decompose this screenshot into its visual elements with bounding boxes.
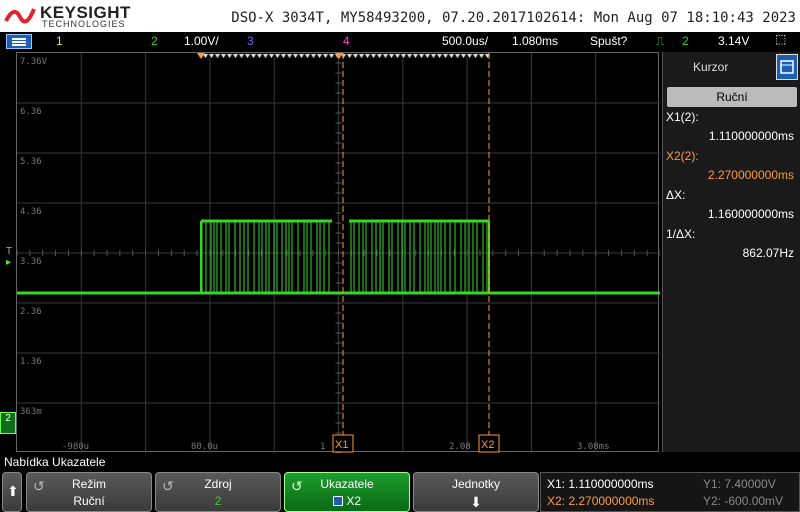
channel-1-indicator[interactable]: 1 xyxy=(56,34,63,48)
readout-y1: Y1: 7.40000V xyxy=(703,477,776,491)
arrow-up-icon: ⬆ xyxy=(7,483,19,499)
graticule-grid: 7.36V 6.36 5.36 4.36 3.36 2.36 1.36 363m -980u 80… xyxy=(17,53,660,453)
cursor-sidebar: Kurzor Ruční X1(2): 1.110000000ms X2(2):… xyxy=(662,52,800,452)
readout-x2: X2: 2.270000000ms xyxy=(547,494,655,508)
y-axis-label: 3.36 xyxy=(20,257,42,267)
run-state: Spušt? xyxy=(590,34,628,48)
menu-title: Nabídka Ukazatele xyxy=(4,455,106,469)
softkey-source-label: Zdroj xyxy=(204,477,232,491)
x-axis-label: -980u xyxy=(62,442,89,452)
x1-label: X1(2): xyxy=(666,110,699,124)
trigger-level[interactable]: 3.14V xyxy=(718,34,749,48)
y-axis-label: 2.36 xyxy=(20,307,42,317)
panel-icon xyxy=(780,60,794,74)
channel-2-scale[interactable]: 1.00V/ xyxy=(184,34,219,48)
y-axis-label: 363m xyxy=(20,407,42,417)
softkey-mode[interactable]: ↺ Režim Ruční xyxy=(26,472,152,512)
x-axis-label: 2.08 xyxy=(449,442,471,452)
arrow-down-icon: ⬇ xyxy=(470,494,482,510)
softkey-source[interactable]: ↺ Zdroj 2 xyxy=(155,472,281,512)
brand-subtitle: TECHNOLOGIES xyxy=(42,19,126,29)
cursor-label-x1: X1 xyxy=(335,439,348,451)
x1-value: 1.110000000ms xyxy=(708,129,794,143)
x2-label: X2(2): xyxy=(666,149,699,163)
keysight-wave-icon xyxy=(4,8,36,24)
softkey-mode-value: Ruční xyxy=(73,494,105,508)
channel-4-indicator[interactable]: 4 xyxy=(343,34,350,48)
y-axis-label: 5.36 xyxy=(20,157,42,167)
softkey-mode-label: Režim xyxy=(71,477,106,491)
time-delay[interactable]: 1.080ms xyxy=(512,34,558,48)
pointer-icon[interactable]: ⬚ xyxy=(775,32,786,46)
inverse-delta-x-label: 1/ΔX: xyxy=(666,227,696,241)
ch2-marker-label: 2 xyxy=(5,413,11,424)
keysight-logo: KEYSIGHT TECHNOLOGIES xyxy=(4,3,134,29)
channel-2-indicator[interactable]: 2 xyxy=(151,34,158,48)
channel-2-ground-marker[interactable]: 2 xyxy=(0,412,16,434)
trigger-edge-icon: ⎍ xyxy=(656,34,665,48)
trigger-marker-label: T xyxy=(6,246,13,257)
delta-x-label: ΔX: xyxy=(666,188,686,202)
cursor-select-icon xyxy=(332,496,343,506)
title-bar: KEYSIGHT TECHNOLOGIES DSO-X 3034T, MY584… xyxy=(0,0,800,32)
waveform-display[interactable]: 7.36V 6.36 5.36 4.36 3.36 2.36 1.36 363m -980u 80… xyxy=(16,52,660,453)
trigger-level-marker[interactable]: T ▸ xyxy=(6,246,12,268)
status-bar: 1 2 1.00V/ 3 4 500.0us/ 1.080ms Spušt? ⎍… xyxy=(0,32,800,50)
cursor-readout: X1: 1.110000000ms X2: 2.270000000ms Y1: … xyxy=(540,472,800,512)
cursor-mode-selector[interactable]: Ruční xyxy=(667,87,797,107)
y-axis-label: 7.36V xyxy=(20,57,48,67)
softkey-cursors-label: Ukazatele xyxy=(320,477,374,491)
delta-x-value: 1.160000000ms xyxy=(707,207,794,221)
panel-title: Kurzor xyxy=(693,60,729,74)
timebase-scale[interactable]: 500.0us/ xyxy=(442,34,488,48)
menu-back-button[interactable]: ⬆ xyxy=(2,472,22,512)
readout-x1: X1: 1.110000000ms xyxy=(547,477,654,491)
main-menu-button[interactable] xyxy=(6,34,32,49)
cursor-label-x2: X2 xyxy=(481,439,494,451)
inverse-delta-x-value: 862.07Hz xyxy=(742,246,794,260)
softkey-cursors-value-row: X2 xyxy=(285,494,409,508)
softkey-units-label: Jednotky xyxy=(451,477,501,491)
instrument-id: DSO-X 3034T, MY58493200, 07.20.201710261… xyxy=(231,10,796,26)
y-axis-label: 6.36 xyxy=(20,107,42,117)
x-axis-label: 3.08ms xyxy=(577,442,610,452)
softkey-source-value: 2 xyxy=(214,494,222,508)
y-axis-label: 4.36 xyxy=(20,207,42,217)
softkey-cursors-value: X2 xyxy=(346,494,362,508)
channel-3-indicator[interactable]: 3 xyxy=(247,34,254,48)
softkey-bar: ⬆ ↺ Režim Ruční ↺ Zdroj 2 ↺ Ukazatele X2… xyxy=(0,472,800,512)
softkey-cursors[interactable]: ↺ Ukazatele X2 xyxy=(284,472,410,512)
panel-toggle-button[interactable] xyxy=(776,54,798,80)
y-axis-label: 1.36 xyxy=(20,357,42,367)
x-axis-label: 80.0u xyxy=(191,442,218,452)
readout-y2: Y2: -600.00mV xyxy=(703,494,784,508)
menu-icon xyxy=(12,38,26,46)
softkey-units[interactable]: Jednotky ⬇ xyxy=(413,472,539,512)
trigger-source[interactable]: 2 xyxy=(682,34,689,48)
x-axis-label: 1 xyxy=(320,442,325,452)
x2-value: 2.270000000ms xyxy=(707,168,794,182)
